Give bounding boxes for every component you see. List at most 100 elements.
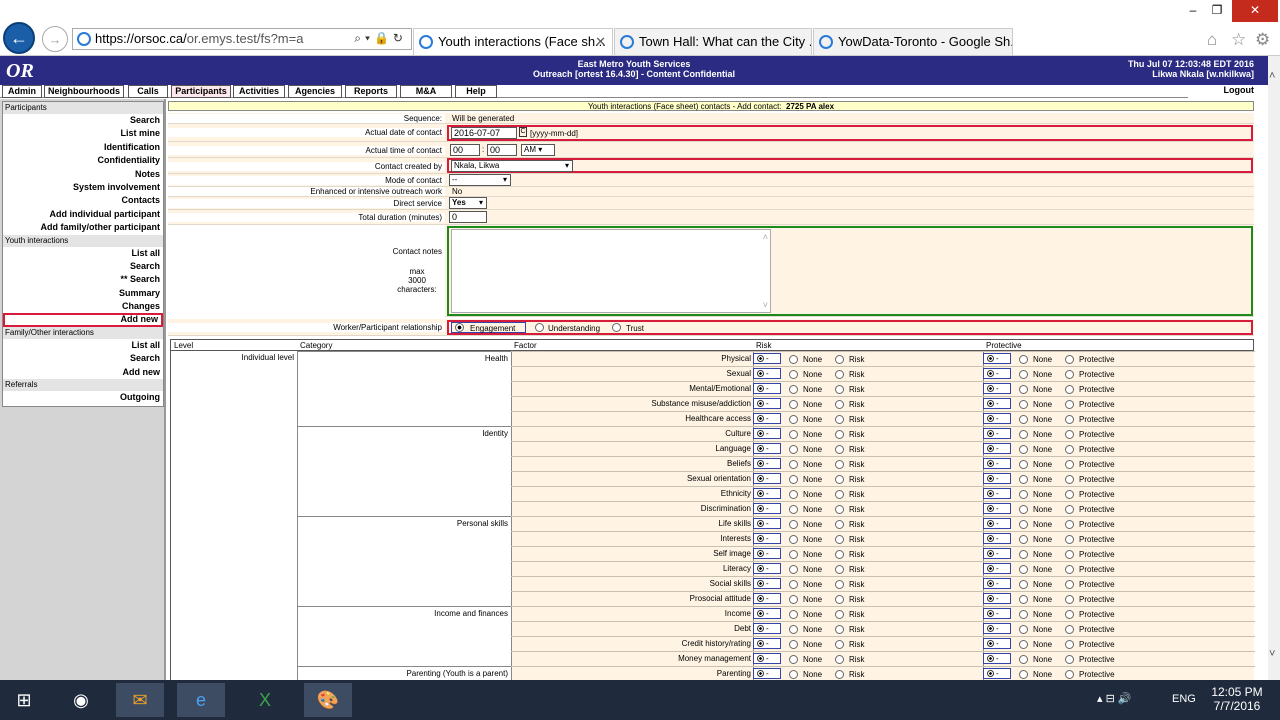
protective-none-radio[interactable]: [1019, 520, 1028, 529]
risk-selected-dash[interactable]: -: [753, 368, 781, 379]
sidebar-item[interactable]: Outgoing: [3, 391, 163, 404]
protective-option-radio[interactable]: [1065, 595, 1074, 604]
logout-link[interactable]: Logout: [1188, 85, 1256, 98]
protective-none-radio[interactable]: [1019, 370, 1028, 379]
risk-selected-dash[interactable]: -: [753, 488, 781, 499]
back-button[interactable]: ←: [3, 22, 35, 54]
protective-none-radio[interactable]: [1019, 565, 1028, 574]
menu-help[interactable]: Help: [455, 85, 497, 98]
risk-none-radio[interactable]: [789, 565, 798, 574]
protective-none-radio[interactable]: [1019, 475, 1028, 484]
sidebar-item[interactable]: List mine: [3, 127, 163, 140]
minute-input[interactable]: 00: [487, 144, 517, 156]
protective-selected-dash[interactable]: -: [983, 443, 1011, 454]
start-windows-icon[interactable]: ⊞: [0, 683, 48, 717]
risk-selected-dash[interactable]: -: [753, 428, 781, 439]
protective-option-radio[interactable]: [1065, 640, 1074, 649]
risk-option-radio[interactable]: [835, 595, 844, 604]
menu-neighbourhoods[interactable]: Neighbourhoods: [44, 85, 124, 98]
protective-selected-dash[interactable]: -: [983, 458, 1011, 469]
risk-option-radio[interactable]: [835, 625, 844, 634]
sidebar-item[interactable]: Confidentiality: [3, 154, 163, 167]
protective-none-radio[interactable]: [1019, 430, 1028, 439]
risk-none-radio[interactable]: [789, 445, 798, 454]
sidebar-item[interactable]: Changes: [3, 300, 163, 313]
risk-none-radio[interactable]: [789, 430, 798, 439]
risk-none-radio[interactable]: [789, 520, 798, 529]
risk-none-radio[interactable]: [789, 400, 798, 409]
protective-selected-dash[interactable]: -: [983, 533, 1011, 544]
protective-selected-dash[interactable]: -: [983, 488, 1011, 499]
calendar-icon[interactable]: C: [519, 127, 527, 137]
protective-selected-dash[interactable]: -: [983, 608, 1011, 619]
favorites-star-icon[interactable]: ☆: [1231, 30, 1246, 50]
risk-selected-dash[interactable]: -: [753, 518, 781, 529]
sidebar-item[interactable]: Add new: [3, 313, 163, 327]
risk-selected-dash[interactable]: -: [753, 668, 781, 679]
scroll-down-arrow-icon[interactable]: ˅: [1269, 648, 1275, 660]
risk-selected-dash[interactable]: -: [753, 593, 781, 604]
protective-selected-dash[interactable]: -: [983, 623, 1011, 634]
mode-select[interactable]: -- ▾: [449, 174, 511, 186]
risk-none-radio[interactable]: [789, 385, 798, 394]
risk-option-radio[interactable]: [835, 640, 844, 649]
risk-option-radio[interactable]: [835, 475, 844, 484]
risk-none-radio[interactable]: [789, 535, 798, 544]
sidebar-item[interactable]: Search: [3, 352, 163, 365]
risk-option-radio[interactable]: [835, 565, 844, 574]
hour-input[interactable]: 00: [450, 144, 480, 156]
sidebar-item[interactable]: Add family/other participant: [3, 221, 163, 234]
protective-selected-dash[interactable]: -: [983, 653, 1011, 664]
protective-none-radio[interactable]: [1019, 460, 1028, 469]
sidebar-item[interactable]: System involvement: [3, 181, 163, 194]
sidebar-item[interactable]: List all: [3, 339, 163, 352]
date-input[interactable]: 2016-07-07: [451, 127, 517, 139]
risk-option-radio[interactable]: [835, 505, 844, 514]
protective-selected-dash[interactable]: -: [983, 638, 1011, 649]
protective-option-radio[interactable]: [1065, 520, 1074, 529]
risk-option-radio[interactable]: [835, 355, 844, 364]
risk-none-radio[interactable]: [789, 550, 798, 559]
risk-option-radio[interactable]: [835, 400, 844, 409]
protective-selected-dash[interactable]: -: [983, 413, 1011, 424]
menu-reports[interactable]: Reports: [345, 85, 397, 98]
protective-option-radio[interactable]: [1065, 625, 1074, 634]
protective-none-radio[interactable]: [1019, 445, 1028, 454]
forward-button[interactable]: →: [42, 26, 68, 52]
sidebar-item[interactable]: Add individual participant: [3, 208, 163, 221]
protective-selected-dash[interactable]: -: [983, 668, 1011, 679]
relationship-engagement-option[interactable]: Engagement: [451, 322, 526, 333]
risk-none-radio[interactable]: [789, 610, 798, 619]
sidebar-item[interactable]: Search: [3, 114, 163, 127]
risk-option-radio[interactable]: [835, 550, 844, 559]
risk-selected-dash[interactable]: -: [753, 473, 781, 484]
protective-selected-dash[interactable]: -: [983, 473, 1011, 484]
clock[interactable]: 12:05 PM 7/7/2016: [1206, 685, 1268, 713]
menu-calls[interactable]: Calls: [128, 85, 168, 98]
risk-none-radio[interactable]: [789, 370, 798, 379]
protective-none-radio[interactable]: [1019, 580, 1028, 589]
duration-input[interactable]: 0: [449, 211, 487, 223]
created-by-select[interactable]: Nkala, Likwa ▾: [451, 160, 573, 172]
protective-selected-dash[interactable]: -: [983, 368, 1011, 379]
risk-selected-dash[interactable]: -: [753, 383, 781, 394]
home-icon[interactable]: ⌂: [1207, 30, 1217, 50]
risk-none-radio[interactable]: [789, 580, 798, 589]
risk-none-radio[interactable]: [789, 475, 798, 484]
protective-none-radio[interactable]: [1019, 355, 1028, 364]
engagement-radio[interactable]: [455, 323, 464, 332]
protective-option-radio[interactable]: [1065, 535, 1074, 544]
protective-none-radio[interactable]: [1019, 490, 1028, 499]
menu-ma[interactable]: M&A: [400, 85, 452, 98]
risk-none-radio[interactable]: [789, 505, 798, 514]
protective-option-radio[interactable]: [1065, 670, 1074, 679]
protective-none-radio[interactable]: [1019, 550, 1028, 559]
scroll-up-arrow-icon[interactable]: ˄: [1269, 70, 1275, 82]
language-indicator[interactable]: ENG: [1172, 693, 1196, 705]
risk-none-radio[interactable]: [789, 355, 798, 364]
tab-close-icon[interactable]: ✕: [595, 34, 606, 50]
risk-selected-dash[interactable]: -: [753, 353, 781, 364]
tray-icons[interactable]: ▴ ⊟ 🔊: [1097, 692, 1132, 705]
protective-option-radio[interactable]: [1065, 580, 1074, 589]
page-scrollbar[interactable]: ˄ ˅: [1268, 56, 1280, 680]
